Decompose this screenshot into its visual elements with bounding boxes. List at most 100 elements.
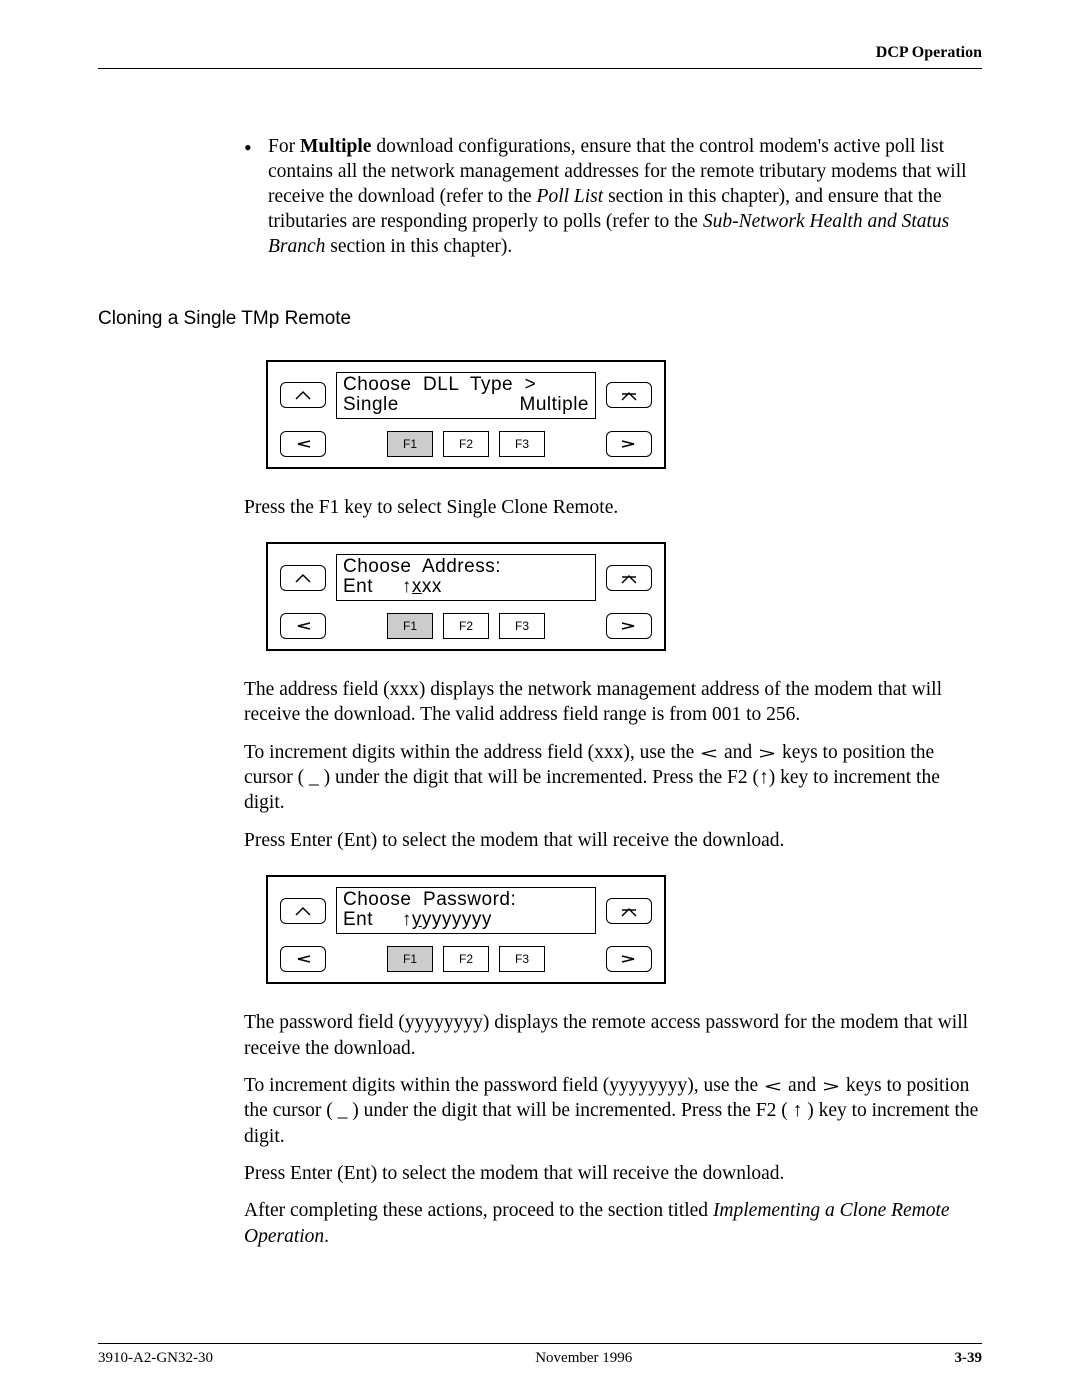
left-key[interactable] [280,613,326,639]
triangle-right-icon [757,748,777,759]
page-footer: 3910-A2-GN32-30 November 1996 3-39 [98,1343,982,1367]
bullet-text: For Multiple download configurations, en… [268,135,982,260]
triangle-up-icon [294,573,312,583]
footer-right: 3-39 [954,1350,982,1367]
triangle-left-icon [294,621,312,631]
lcd-panel-2: Choose Address: Ent ↑xxx F1 F2 F3 [266,542,982,651]
f3-key[interactable]: F3 [499,431,545,457]
home-up-icon [619,905,639,917]
home-key[interactable] [606,898,652,924]
page-header-title: DCP Operation [98,44,982,62]
text: To increment digits within the password … [244,1075,763,1096]
lcd-text: Ent ↑ [343,576,412,597]
lcd-panel-1: Choose DLL Type > Single Multiple [266,360,982,469]
bullet-marker: • [244,137,268,262]
footer-center: November 1996 [535,1350,632,1367]
lcd-line-2: Single Multiple [343,395,589,415]
lcd-text-right: Multiple [520,395,589,415]
paragraph: The password field (yyyyyyyy) displays t… [244,1010,982,1061]
lcd-display: Choose DLL Type > Single Multiple [336,372,596,419]
triangle-right-icon [620,954,638,964]
page: DCP Operation • For Multiple download co… [0,0,1080,1397]
text: To increment digits within the address f… [244,742,699,763]
f-keys: F1 F2 F3 [334,613,598,639]
bullet-item: • For Multiple download configurations, … [244,135,982,260]
panel-bottom-row: F1 F2 F3 [280,946,652,972]
f2-key[interactable]: F2 [443,946,489,972]
triangle-left-icon [763,1081,783,1092]
text: and [724,742,757,763]
footer-row: 3910-A2-GN32-30 November 1996 3-39 [98,1350,982,1367]
section-heading: Cloning a Single TMp Remote [98,308,982,330]
paragraph: Press Enter (Ent) to select the modem th… [244,1161,982,1186]
triangle-left-icon [294,954,312,964]
f3-key[interactable]: F3 [499,946,545,972]
lcd-panel: Choose Password: Ent ↑yyyyyyyy F1 F2 [266,875,666,984]
lcd-text: Ent ↑ [343,909,412,930]
f-keys: F1 F2 F3 [334,431,598,457]
footer-rule [98,1343,982,1344]
up-key[interactable] [280,898,326,924]
text: After completing these actions, proceed … [244,1200,713,1221]
up-key[interactable] [280,565,326,591]
f2-key[interactable]: F2 [443,613,489,639]
panel-bottom-row: F1 F2 F3 [280,431,652,457]
f-keys: F1 F2 F3 [334,946,598,972]
triangle-right-icon [821,1081,841,1092]
lcd-line-2: Ent ↑xxx [343,577,589,597]
home-key[interactable] [606,382,652,408]
lcd-text-left: Single [343,395,399,415]
home-key[interactable] [606,565,652,591]
lcd-line-1: Choose Address: [343,557,589,577]
panel-top-row: Choose DLL Type > Single Multiple [280,372,652,419]
text-bold: Multiple [300,136,372,157]
panel-top-row: Choose Password: Ent ↑yyyyyyyy [280,887,652,934]
lcd-line-1: Choose Password: [343,890,589,910]
lcd-cursor-char: x [412,576,422,597]
triangle-left-icon [294,439,312,449]
triangle-up-icon [294,906,312,916]
right-key[interactable] [606,431,652,457]
lcd-line-2: Ent ↑yyyyyyyy [343,910,589,930]
lcd-text: yyyyyyy [422,909,492,930]
triangle-right-icon [620,621,638,631]
right-key[interactable] [606,946,652,972]
lcd-cursor-char: y [412,909,422,930]
right-key[interactable] [606,613,652,639]
f3-key[interactable]: F3 [499,613,545,639]
lcd-text: xx [422,576,442,597]
paragraph: The address field (xxx) displays the net… [244,677,982,728]
text: . [324,1226,329,1247]
home-up-icon [619,572,639,584]
text: For [268,136,300,157]
footer-left: 3910-A2-GN32-30 [98,1350,213,1367]
f1-key[interactable]: F1 [387,613,433,639]
lcd-display: Choose Address: Ent ↑xxx [336,554,596,601]
panel-bottom-row: F1 F2 F3 [280,613,652,639]
paragraph: Press the F1 key to select Single Clone … [244,495,982,520]
lcd-panel: Choose DLL Type > Single Multiple [266,360,666,469]
up-key[interactable] [280,382,326,408]
paragraph: To increment digits within the password … [244,1073,982,1149]
text: section in this chapter). [325,236,512,257]
header-rule [98,68,982,69]
lcd-display: Choose Password: Ent ↑yyyyyyyy [336,887,596,934]
lcd-line-1: Choose DLL Type > [343,375,589,395]
triangle-left-icon [699,748,719,759]
left-key[interactable] [280,431,326,457]
f1-key[interactable]: F1 [387,946,433,972]
paragraph: After completing these actions, proceed … [244,1198,982,1249]
triangle-up-icon [294,390,312,400]
home-up-icon [619,389,639,401]
paragraph: To increment digits within the address f… [244,740,982,816]
f2-key[interactable]: F2 [443,431,489,457]
panel-top-row: Choose Address: Ent ↑xxx [280,554,652,601]
left-key[interactable] [280,946,326,972]
triangle-right-icon [620,439,638,449]
lcd-panel-3: Choose Password: Ent ↑yyyyyyyy F1 F2 [266,875,982,984]
f1-key[interactable]: F1 [387,431,433,457]
bullet-block: • For Multiple download configurations, … [244,135,982,260]
paragraph: Press Enter (Ent) to select the modem th… [244,828,982,853]
content: Choose DLL Type > Single Multiple [244,360,982,1249]
text: and [788,1075,821,1096]
